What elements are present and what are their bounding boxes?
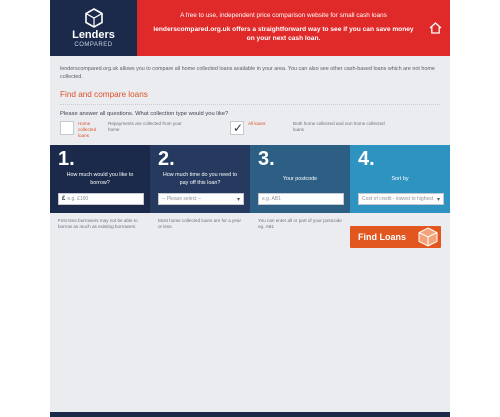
option-description: Both home collected and non home collect… [293,121,385,132]
all-loans-checkbox[interactable]: ✓ [230,121,244,135]
step-label: Your postcode [282,176,318,182]
step-number: 3. [258,148,275,170]
chevron-down-icon: ▾ [236,196,240,203]
step-sort-by: 4. Sort by Cost of credit - lowest to hi… [350,145,450,213]
option-label: Home collected loans [78,121,97,138]
header: Lenders COMPARED A free to use, independ… [50,0,450,56]
option-home-collected[interactable]: Home collected loans Repayments are coll… [60,121,230,145]
find-loans-label: Find Loans [358,232,406,242]
step-borrow-amount: 1. How much would you like to borrow? £ … [50,145,150,213]
chevron-down-icon: ▾ [436,196,440,203]
intro-text: lenderscompared.org.uk allows you to com… [60,66,435,80]
currency-symbol: £ [62,196,66,202]
postcode-placeholder: e.g. AB1 [262,196,281,202]
hint-postcode: You can enter all or part of your postco… [258,218,342,229]
hint-borrow-amount: First time borrowers may not be able to … [58,218,138,229]
option-description: Repayments are collected from your home [108,121,182,132]
banner-headline: lenderscompared.org.uk offers a straight… [153,26,414,42]
loan-term-select[interactable]: -- Please select -- ▾ [158,193,244,205]
sort-by-value: Cost of credit - lowest to highest [362,196,434,202]
footer-bar [50,412,450,417]
option-label: All loans [248,121,266,126]
step-number: 1. [58,148,75,170]
step-label: Sort by [391,176,409,182]
home-collected-checkbox[interactable] [60,121,74,135]
borrow-amount-input[interactable]: £ e.g. £100 [58,193,144,205]
search-steps: 1. How much would you like to borrow? £ … [50,145,450,213]
option-all-loans[interactable]: ✓ All loans Both home collected and non … [230,121,394,145]
page: Lenders COMPARED A free to use, independ… [50,0,450,417]
step-label: How much would you like to borrow? [66,172,134,186]
header-banner: A free to use, independent price compari… [137,0,450,56]
step-postcode: 3. Your postcode e.g. AB1 [250,145,350,213]
cube-icon [418,227,438,247]
banner-tagline: A free to use, independent price compari… [180,12,387,19]
borrow-amount-placeholder: e.g. £100 [67,196,89,202]
step-loan-term: 2. How much time do you need to pay off … [150,145,250,213]
step-label: How much time do you need to pay off thi… [162,172,238,186]
cube-logo-icon [84,7,103,28]
site-logo[interactable]: Lenders COMPARED [50,0,137,56]
hint-loan-term: Most home collected loans are for a year… [158,218,241,229]
collection-question: Please answer all questions. What collec… [60,111,229,117]
logo-subtitle: COMPARED [74,41,113,48]
collection-options: Home collected loans Repayments are coll… [50,121,450,145]
loan-term-value: -- Please select -- [162,196,202,202]
logo-name: Lenders [72,28,115,41]
postcode-input[interactable]: e.g. AB1 [258,193,344,205]
home-icon[interactable] [429,22,442,34]
checkmark-icon: ✓ [233,121,244,135]
step-number: 4. [358,148,375,170]
find-loans-button[interactable]: Find Loans [350,226,441,248]
section-title: Find and compare loans [60,90,148,99]
step-number: 2. [158,148,175,170]
sort-by-select[interactable]: Cost of credit - lowest to highest ▾ [358,193,444,205]
